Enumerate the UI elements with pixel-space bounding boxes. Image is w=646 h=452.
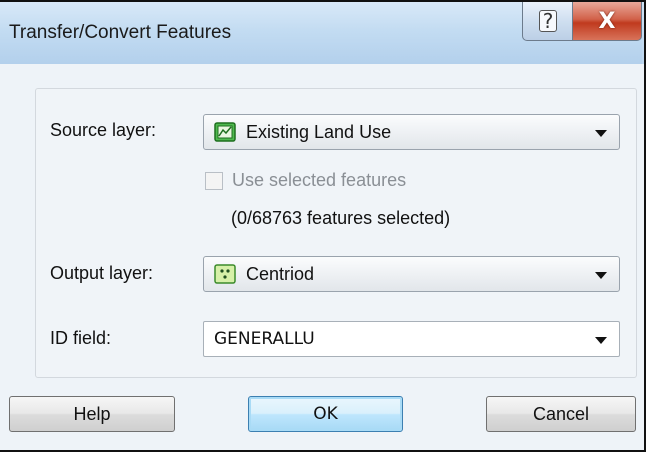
close-icon: X xyxy=(598,8,616,34)
window-title: Transfer/Convert Features xyxy=(9,22,232,43)
id-field-dropdown[interactable]: GENERALLU xyxy=(203,321,620,357)
output-layer-dropdown[interactable]: Centriod xyxy=(203,256,620,292)
source-layer-label: Source layer: xyxy=(50,120,157,140)
title-help-button[interactable]: ? xyxy=(522,2,574,41)
id-field-label: ID field: xyxy=(50,328,112,348)
point-layer-icon xyxy=(214,264,236,284)
title-bar[interactable]: Transfer/Convert Features ? X xyxy=(0,2,642,64)
ok-button[interactable]: OK xyxy=(248,396,403,432)
source-layer-dropdown[interactable]: Existing Land Use xyxy=(203,114,620,150)
selection-count: (0/68763 features selected) xyxy=(231,208,451,228)
cancel-button[interactable]: Cancel xyxy=(486,396,636,432)
use-selected-checkbox[interactable] xyxy=(205,172,223,190)
chevron-down-icon xyxy=(595,337,607,344)
question-icon: ? xyxy=(539,10,557,32)
output-layer-label: Output layer: xyxy=(50,263,154,283)
id-field-value: GENERALLU xyxy=(214,329,315,349)
chevron-down-icon xyxy=(595,130,607,137)
use-selected-label: Use selected features xyxy=(232,170,407,190)
polygon-layer-icon xyxy=(214,122,236,142)
dialog-window: Transfer/Convert Features ? X Source lay… xyxy=(0,0,646,452)
close-button[interactable]: X xyxy=(572,2,642,41)
source-layer-value: Existing Land Use xyxy=(246,122,392,142)
output-layer-value: Centriod xyxy=(246,264,315,284)
help-button[interactable]: Help xyxy=(9,396,175,432)
chevron-down-icon xyxy=(595,272,607,279)
